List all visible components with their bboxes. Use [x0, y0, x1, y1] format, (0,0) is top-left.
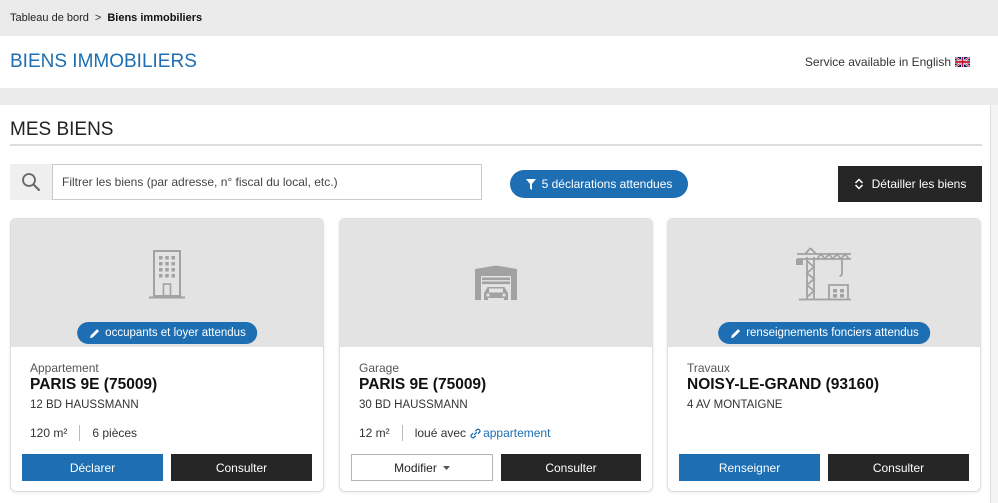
pencil-icon	[731, 328, 741, 338]
property-card: Garage PARIS 9E (75009) 30 BD HAUSSMANN …	[339, 218, 653, 492]
linked-property-link[interactable]: appartement	[470, 426, 550, 440]
property-card: renseignements fonciers attendus Travaux…	[667, 218, 981, 492]
breadcrumb-current: Biens immobiliers	[107, 12, 203, 24]
modify-label: Modifier	[394, 460, 437, 475]
header-divider-band	[0, 88, 998, 105]
linked-property-label: appartement	[483, 426, 551, 440]
page-title: BIENS IMMOBILIERS	[10, 51, 197, 72]
uk-flag-icon	[955, 57, 970, 67]
page-header: BIENS IMMOBILIERS Service available in E…	[0, 36, 998, 88]
property-city: PARIS 9E (75009)	[359, 376, 487, 393]
section-divider	[10, 144, 982, 146]
crane-icon	[796, 247, 851, 301]
status-pill-label: occupants et loyer attendus	[105, 327, 246, 339]
link-icon	[470, 428, 481, 438]
caret-down-icon	[442, 465, 450, 470]
declare-button[interactable]: Déclarer	[22, 454, 163, 481]
right-gutter	[990, 105, 998, 503]
property-surface: 120 m²	[30, 426, 68, 440]
consult-button[interactable]: Consulter	[828, 454, 969, 481]
garage-icon	[475, 265, 517, 300]
property-metrics: 120 m² 6 pièces	[30, 424, 137, 442]
fill-in-button[interactable]: Renseigner	[679, 454, 820, 481]
rental-note: loué avec	[414, 426, 467, 440]
property-type: Garage	[359, 361, 400, 375]
consult-button[interactable]: Consulter	[501, 454, 641, 481]
pending-declarations-filter[interactable]: 5 déclarations attendues	[510, 170, 688, 198]
status-pill-label: renseignements fonciers attendus	[746, 327, 919, 339]
metric-divider	[401, 425, 403, 441]
property-city: NOISY-LE-GRAND (93160)	[687, 376, 880, 393]
property-illustration-area: renseignements fonciers attendus	[668, 219, 980, 347]
property-actions: Modifier Consulter	[351, 454, 641, 481]
property-address: 30 BD HAUSSMANN	[359, 399, 468, 411]
filter-label: 5 déclarations attendues	[541, 177, 673, 191]
english-service-label: Service available in English	[804, 55, 951, 69]
property-address: 12 BD HAUSSMANN	[30, 399, 139, 411]
detail-properties-button[interactable]: Détailler les biens	[838, 166, 982, 202]
detail-properties-label: Détailler les biens	[871, 177, 967, 191]
property-card: occupants et loyer attendus Appartement …	[10, 218, 324, 492]
property-illustration-area	[340, 219, 652, 347]
status-pill[interactable]: renseignements fonciers attendus	[718, 322, 930, 344]
property-actions: Déclarer Consulter	[22, 454, 312, 481]
search-icon-box[interactable]	[10, 164, 52, 200]
metric-divider	[79, 425, 81, 441]
breadcrumb-separator: >	[94, 12, 102, 24]
english-service-link[interactable]: Service available in English	[805, 36, 970, 88]
pencil-icon	[90, 328, 100, 338]
property-address: 4 AV MONTAIGNE	[687, 399, 783, 411]
property-illustration-area: occupants et loyer attendus	[11, 219, 323, 347]
property-search	[10, 164, 482, 200]
search-input[interactable]	[52, 164, 482, 200]
consult-button[interactable]: Consulter	[171, 454, 312, 481]
property-surface: 12 m²	[359, 426, 390, 440]
breadcrumb: Tableau de bord > Biens immobiliers	[0, 0, 998, 36]
breadcrumb-home-link[interactable]: Tableau de bord	[10, 12, 89, 24]
filter-icon	[525, 178, 536, 190]
property-rooms: 6 pièces	[92, 426, 138, 440]
expand-collapse-icon	[854, 178, 863, 190]
property-actions: Renseigner Consulter	[679, 454, 969, 481]
property-metrics: 12 m² loué avec appartement	[359, 424, 550, 442]
property-type: Appartement	[30, 361, 99, 375]
section-title: MES BIENS	[10, 119, 114, 140]
building-icon	[149, 250, 185, 299]
modify-dropdown-button[interactable]: Modifier	[351, 454, 493, 481]
search-icon	[22, 173, 40, 191]
property-type: Travaux	[687, 361, 730, 375]
property-city: PARIS 9E (75009)	[30, 376, 158, 393]
status-pill[interactable]: occupants et loyer attendus	[77, 322, 257, 344]
